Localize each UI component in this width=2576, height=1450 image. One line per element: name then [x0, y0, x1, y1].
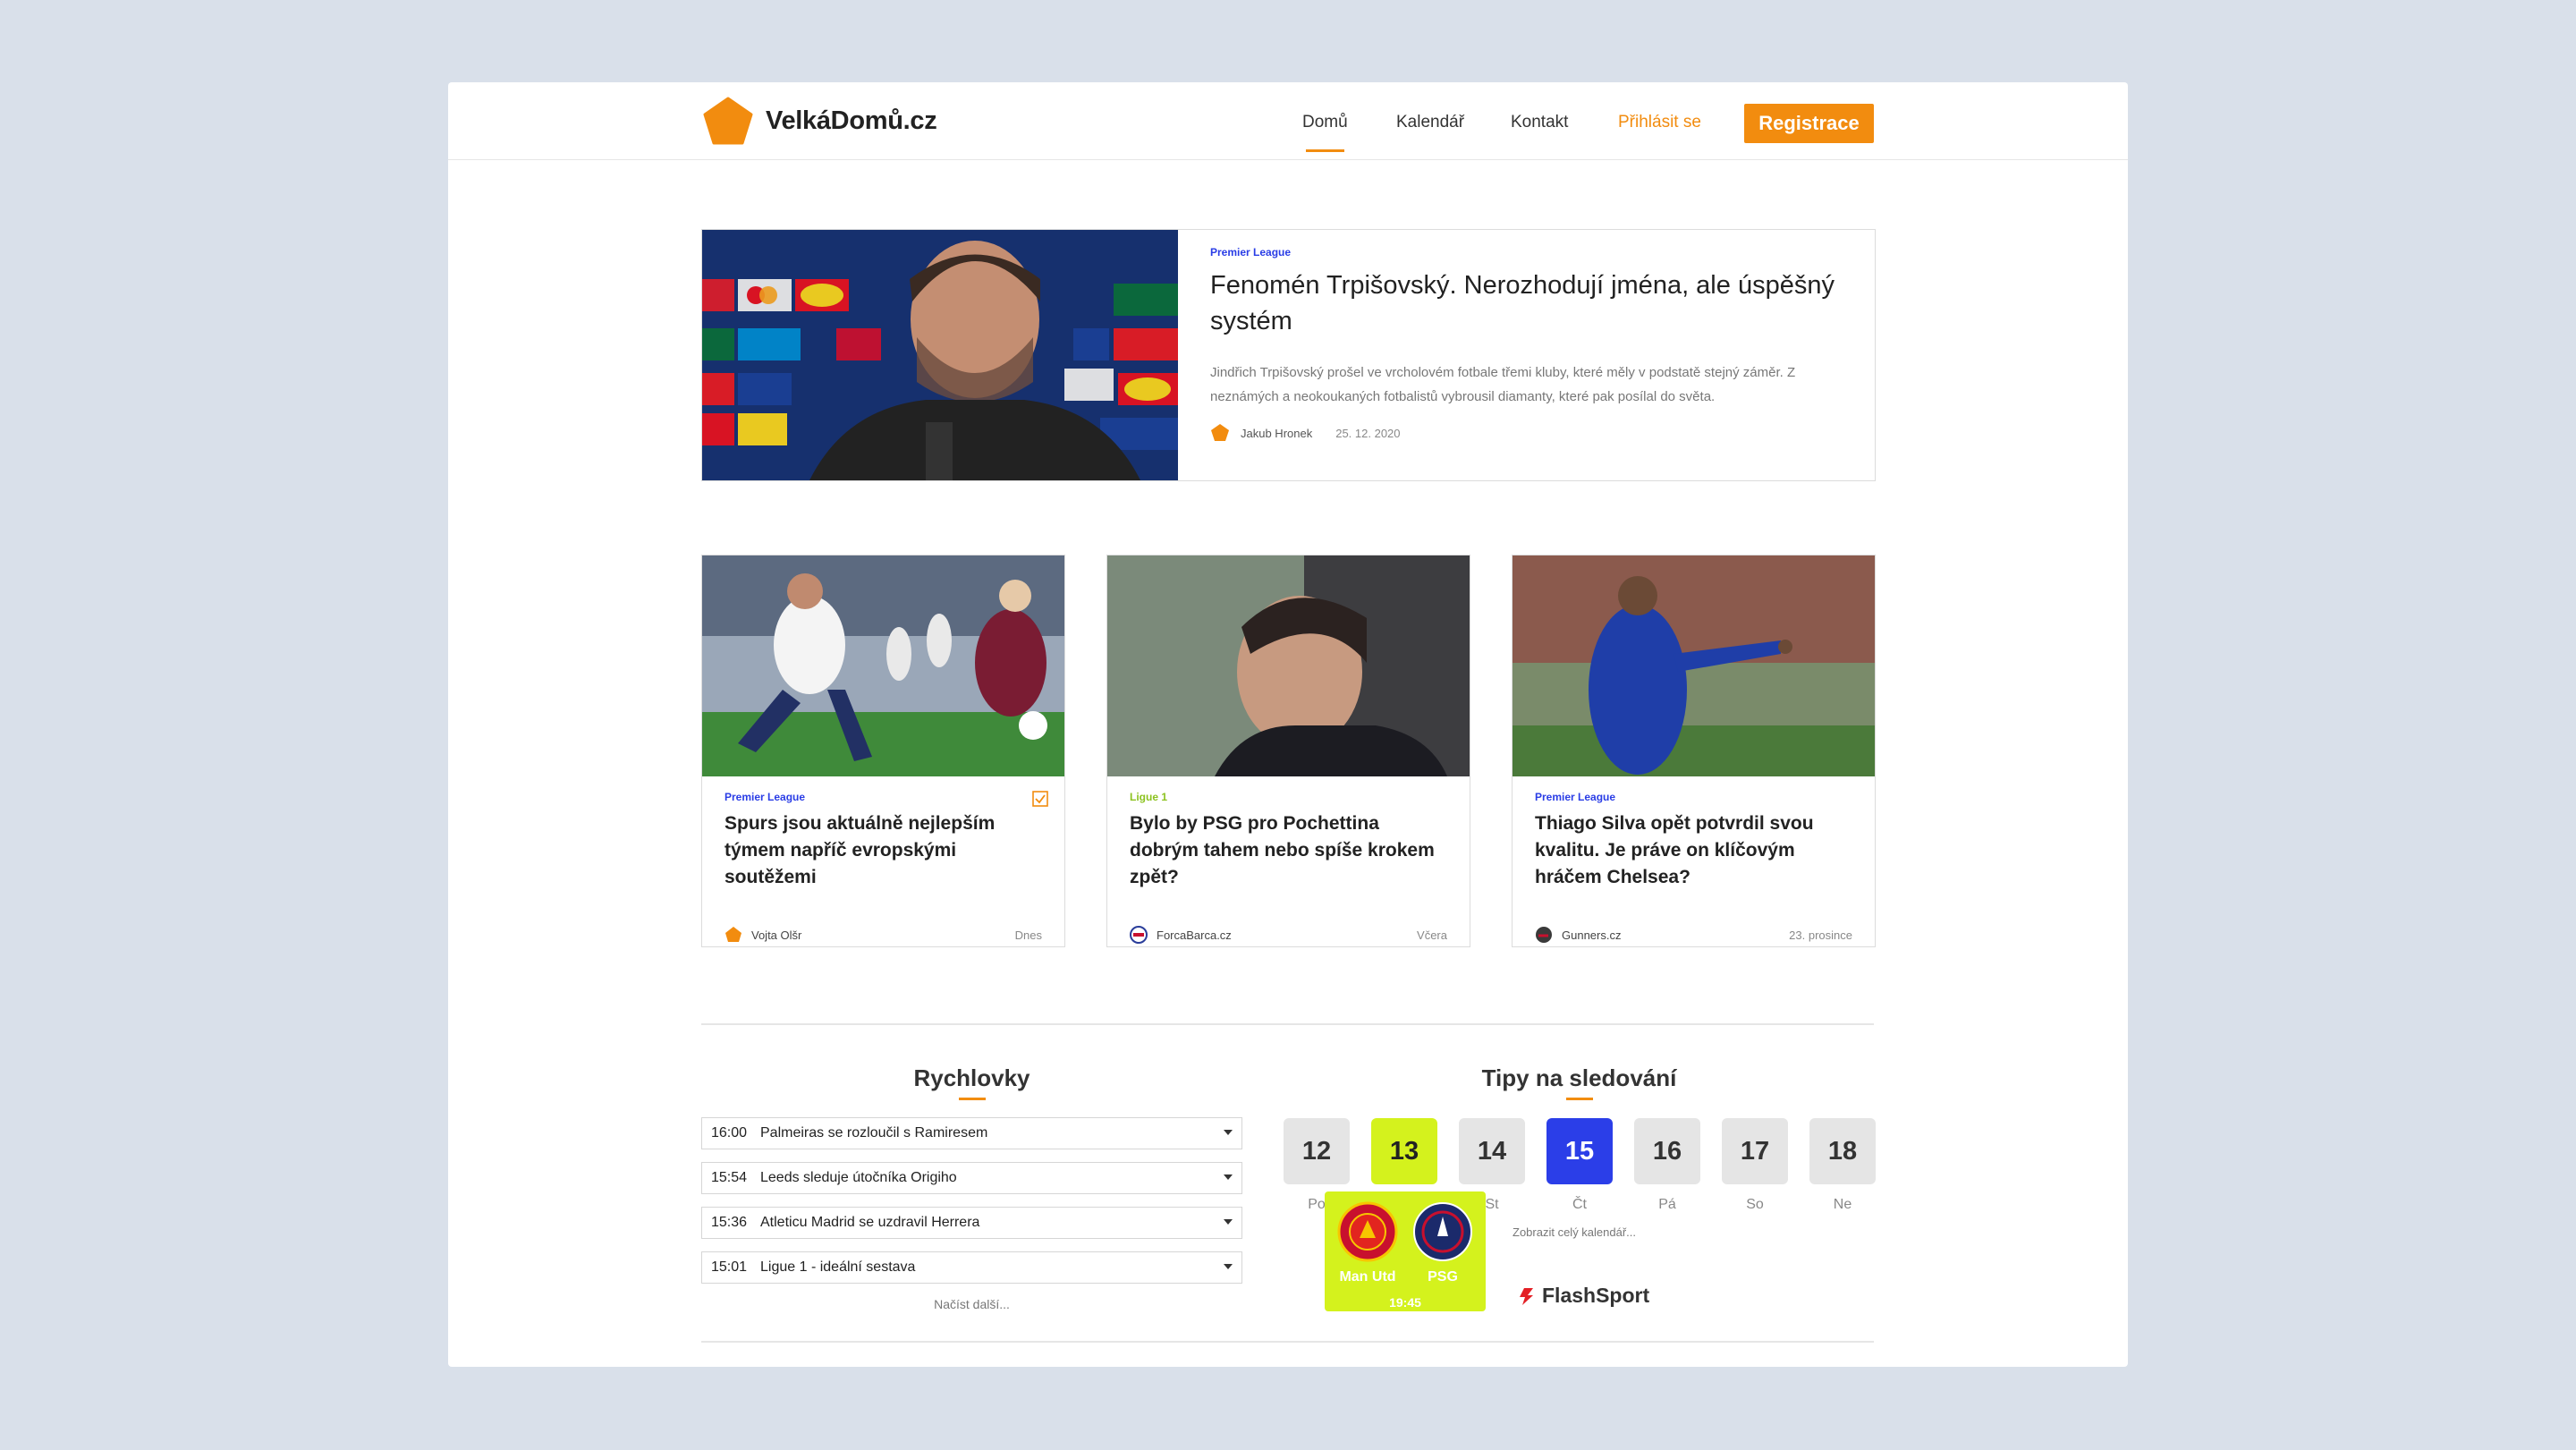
- news-text: Ligue 1 - ideální sestava: [760, 1259, 916, 1275]
- card-time: 23. prosince: [1789, 928, 1852, 942]
- news-time: 15:36: [711, 1215, 748, 1230]
- news-text: Palmeiras se rozloučil s Ramiresem: [760, 1125, 988, 1140]
- article-card[interactable]: Ligue 1 Bylo by PSG pro Pochettina dobrý…: [1106, 555, 1470, 947]
- section-divider: [701, 1341, 1874, 1343]
- card-image: [1513, 555, 1875, 776]
- featured-body: Premier League Fenomén Trpišovský. Neroz…: [1210, 246, 1836, 443]
- quick-news-item[interactable]: 15:01 Ligue 1 - ideální sestava: [701, 1251, 1242, 1284]
- flashsport-logo-icon: [1520, 1287, 1533, 1305]
- news-text: Leeds sleduje útočníka Origiho: [760, 1170, 957, 1185]
- featured-article[interactable]: Premier League Fenomén Trpišovský. Neroz…: [701, 229, 1876, 481]
- card-time: Včera: [1417, 928, 1447, 942]
- featured-date: 25. 12. 2020: [1335, 426, 1401, 440]
- featured-perex: Jindřich Trpišovský prošel ve vrcholovém…: [1210, 365, 1796, 404]
- forcabarca-logo-icon: [1130, 926, 1148, 944]
- author-avatar-icon: [1211, 424, 1229, 441]
- weekday-label: Čt: [1572, 1197, 1587, 1212]
- card-category[interactable]: Premier League: [1535, 791, 1852, 803]
- load-more-link[interactable]: Načíst další...: [701, 1297, 1242, 1311]
- card-category[interactable]: Premier League: [724, 791, 1042, 803]
- day-button[interactable]: 17: [1722, 1118, 1788, 1184]
- match-tooltip[interactable]: Man Utd PSG 19:45: [1325, 1191, 1486, 1311]
- chevron-down-icon[interactable]: [1224, 1264, 1233, 1269]
- card-footer: Gunners.cz 23. prosince: [1535, 926, 1852, 944]
- news-time: 15:54: [711, 1170, 748, 1185]
- login-link[interactable]: Přihlásit se: [1618, 113, 1701, 132]
- card-source[interactable]: Gunners.cz: [1562, 929, 1621, 942]
- card-title[interactable]: Thiago Silva opět potvrdil svou kvalitu.…: [1535, 810, 1852, 891]
- tips-title: Tipy na sledování: [1284, 1064, 1875, 1100]
- news-time: 16:00: [711, 1125, 748, 1140]
- featured-image: [702, 230, 1178, 480]
- site-header: VelkáDomů.cz Domů Kalendář Kontakt Přihl…: [448, 82, 2128, 160]
- day-button[interactable]: 12: [1284, 1118, 1350, 1184]
- match-time: 19:45: [1389, 1295, 1421, 1310]
- day-button[interactable]: 13: [1371, 1118, 1437, 1184]
- page-frame: VelkáDomů.cz Domů Kalendář Kontakt Přihl…: [448, 82, 2128, 1367]
- home-team: Man Utd: [1332, 1200, 1403, 1285]
- register-button[interactable]: Registrace: [1744, 104, 1874, 143]
- card-footer: Vojta Olšr Dnes: [724, 926, 1042, 944]
- chevron-down-icon[interactable]: [1224, 1219, 1233, 1225]
- weekday-label: So: [1746, 1197, 1764, 1212]
- chevron-down-icon[interactable]: [1224, 1174, 1233, 1180]
- quick-news-title: Rychlovky: [701, 1064, 1242, 1100]
- news-text: Atleticu Madrid se uzdravil Herrera: [760, 1215, 980, 1230]
- day-button-selected[interactable]: 15: [1546, 1118, 1613, 1184]
- show-calendar-link[interactable]: Zobrazit celý kalendář...: [1513, 1225, 1636, 1239]
- article-card[interactable]: Premier League Spurs jsou aktuálně nejle…: [701, 555, 1065, 947]
- section-divider: [701, 1023, 1874, 1025]
- card-source[interactable]: Vojta Olšr: [751, 929, 801, 942]
- card-image: [702, 555, 1064, 776]
- weekday-label: Ne: [1833, 1197, 1852, 1212]
- nav-calendar[interactable]: Kalendář: [1396, 113, 1464, 132]
- checkbox-icon[interactable]: [1032, 791, 1048, 807]
- author-avatar-icon: [725, 927, 741, 942]
- day-button[interactable]: 16: [1634, 1118, 1700, 1184]
- quick-news-list: 16:00 Palmeiras se rozloučil s Ramiresem…: [701, 1117, 1242, 1296]
- card-time: Dnes: [1014, 928, 1042, 942]
- weekday-label: Pá: [1658, 1197, 1676, 1212]
- card-source[interactable]: ForcaBarca.cz: [1157, 929, 1232, 942]
- quick-news-item[interactable]: 15:36 Atleticu Madrid se uzdravil Herrer…: [701, 1207, 1242, 1239]
- card-title[interactable]: Spurs jsou aktuálně nejlepším týmem např…: [724, 810, 1042, 891]
- card-category[interactable]: Ligue 1: [1130, 791, 1447, 803]
- chevron-down-icon[interactable]: [1224, 1130, 1233, 1135]
- card-footer: ForcaBarca.cz Včera: [1130, 926, 1447, 944]
- away-team: PSG: [1407, 1200, 1479, 1285]
- quick-news-item[interactable]: 16:00 Palmeiras se rozloučil s Ramiresem: [701, 1117, 1242, 1149]
- card-title[interactable]: Bylo by PSG pro Pochettina dobrým tahem …: [1130, 810, 1447, 891]
- quick-news-item[interactable]: 15:54 Leeds sleduje útočníka Origiho: [701, 1162, 1242, 1194]
- day-picker: 12 13 14 15 16 17 18: [1284, 1118, 1876, 1190]
- featured-title[interactable]: Fenomén Trpišovský. Nerozhodují jména, a…: [1210, 267, 1836, 339]
- psg-crest-icon: [1413, 1202, 1472, 1261]
- article-card[interactable]: Premier League Thiago Silva opět potvrdi…: [1512, 555, 1876, 947]
- man-utd-crest-icon: [1337, 1201, 1398, 1262]
- card-image: [1107, 555, 1470, 776]
- featured-author[interactable]: Jakub Hronek: [1241, 427, 1312, 440]
- featured-category[interactable]: Premier League: [1210, 246, 1836, 259]
- gunners-logo-icon: [1536, 927, 1552, 943]
- main-nav: Domů Kalendář Kontakt Přihlásit se Regis…: [448, 82, 2128, 159]
- nav-contact[interactable]: Kontakt: [1511, 113, 1568, 132]
- day-button[interactable]: 18: [1809, 1118, 1876, 1184]
- day-button[interactable]: 14: [1459, 1118, 1525, 1184]
- nav-home[interactable]: Domů: [1302, 113, 1348, 152]
- featured-meta: Jakub Hronek 25. 12. 2020: [1210, 423, 1836, 443]
- flashsport-brand[interactable]: FlashSport: [1517, 1284, 1649, 1308]
- news-time: 15:01: [711, 1259, 748, 1275]
